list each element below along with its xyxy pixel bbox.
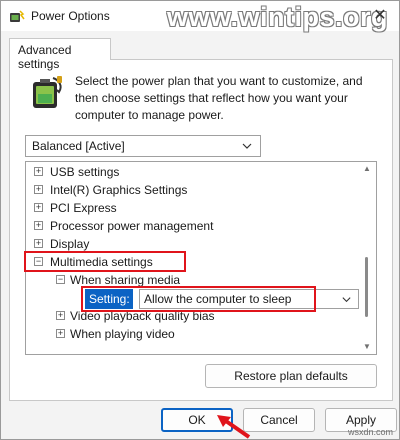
expand-icon[interactable]: +	[34, 203, 43, 212]
tree-item-label: Processor power management	[50, 219, 214, 233]
expand-icon[interactable]: +	[34, 185, 43, 194]
close-icon[interactable]: ✕	[371, 7, 389, 25]
expand-icon[interactable]: +	[34, 167, 43, 176]
power-options-icon	[10, 10, 25, 22]
footer-watermark: wsxdn.com	[347, 427, 393, 437]
plan-description: Select the power plan that you want to c…	[75, 74, 363, 122]
tree-scrollbar[interactable]: ▲ ▼	[360, 162, 374, 354]
expand-icon[interactable]: +	[34, 221, 43, 230]
scroll-thumb[interactable]	[365, 257, 368, 317]
title-bar: Power Options www.wintips.org ✕	[1, 1, 399, 32]
scroll-up-icon[interactable]: ▲	[363, 165, 371, 173]
restore-defaults-button[interactable]: Restore plan defaults	[205, 364, 377, 388]
tree-item-label: Intel(R) Graphics Settings	[50, 183, 188, 197]
watermark-text: www.wintips.org	[167, 2, 388, 32]
expand-icon[interactable]: +	[34, 239, 43, 248]
power-options-window: Power Options www.wintips.org ✕ Advanced…	[0, 0, 400, 440]
power-plan-value: Balanced [Active]	[32, 139, 125, 153]
red-arrow-icon	[217, 415, 251, 439]
power-plan-dropdown[interactable]: Balanced [Active]	[25, 135, 261, 157]
window-title: Power Options	[31, 9, 110, 23]
expand-icon[interactable]: +	[56, 311, 65, 320]
setting-highlight-box	[81, 286, 316, 312]
tab-advanced-settings[interactable]: Advanced settings	[9, 38, 111, 71]
power-plan-icon	[33, 76, 62, 108]
tree-item-label: USB settings	[50, 165, 120, 179]
tree-item-label: PCI Express	[50, 201, 117, 215]
tree-item-label: When playing video	[70, 327, 175, 341]
cancel-button[interactable]: Cancel	[243, 408, 315, 432]
scroll-down-icon[interactable]: ▼	[363, 343, 371, 351]
chevron-down-icon	[242, 143, 252, 149]
multimedia-highlight-box	[24, 251, 186, 272]
collapse-icon[interactable]: −	[56, 275, 65, 284]
expand-icon[interactable]: +	[56, 329, 65, 338]
chevron-down-icon	[342, 297, 351, 303]
